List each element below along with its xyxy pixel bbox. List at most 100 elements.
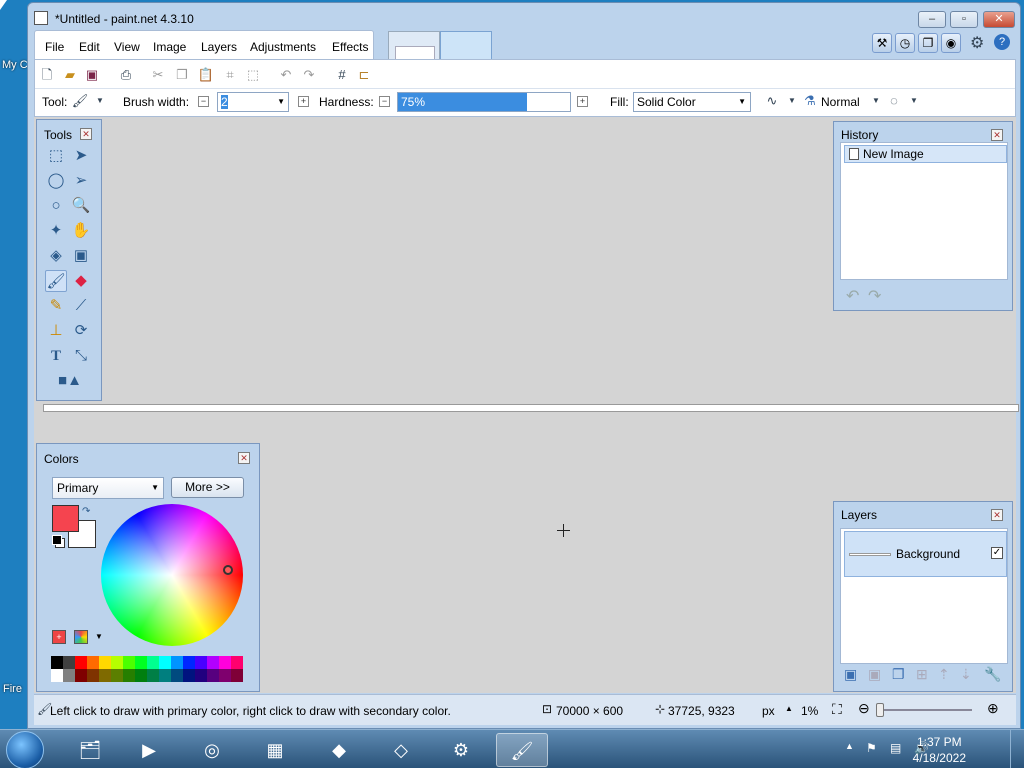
blend-mode-value[interactable]: Normal: [821, 95, 860, 109]
palette-swatch[interactable]: [207, 669, 219, 682]
palette-swatch[interactable]: [99, 669, 111, 682]
color-wheel[interactable]: [101, 504, 243, 646]
pencil-icon[interactable]: ✎: [45, 295, 67, 317]
minecraft-icon[interactable]: ▦: [257, 733, 293, 767]
palette-swatch[interactable]: [111, 656, 123, 669]
chevron-down-icon[interactable]: ▼: [783, 92, 801, 110]
selection-mode-icon[interactable]: ◌: [885, 92, 903, 110]
brush-width-increase-button[interactable]: +: [298, 96, 309, 107]
zoom-to-window-icon[interactable]: ⛶: [832, 701, 842, 718]
paint-net-taskbar-icon[interactable]: 🖌: [496, 733, 548, 767]
menu-file[interactable]: File: [45, 40, 64, 54]
chrome-icon[interactable]: ◎: [194, 733, 230, 767]
history-toggle-icon[interactable]: ◷: [895, 33, 915, 53]
ruler-icon[interactable]: ⊏: [355, 66, 373, 84]
layer-row[interactable]: Background ✓: [844, 531, 1007, 577]
print-icon[interactable]: ⎙: [117, 66, 135, 84]
text-icon[interactable]: T: [45, 345, 67, 367]
clock[interactable]: 1:37 PM 4/18/2022: [913, 734, 966, 766]
palette-swatch[interactable]: [219, 669, 231, 682]
chevron-down-icon[interactable]: ▼: [905, 92, 923, 110]
show-desktop-button[interactable]: [1010, 730, 1024, 768]
palette-swatch[interactable]: [159, 669, 171, 682]
line-curve-icon[interactable]: ⤡: [70, 345, 92, 367]
more-colors-button[interactable]: More >>: [171, 477, 244, 498]
menu-view[interactable]: View: [114, 40, 140, 54]
palette-swatch[interactable]: [147, 656, 159, 669]
paintbrush-icon[interactable]: 🖌: [45, 270, 67, 292]
network-icon[interactable]: ▤: [890, 741, 901, 755]
palette-swatch[interactable]: [51, 656, 63, 669]
palette-swatch[interactable]: [111, 669, 123, 682]
menu-effects[interactable]: Effects: [332, 40, 368, 54]
settings-gear-icon[interactable]: ⚙: [970, 33, 984, 53]
roblox-studio-icon[interactable]: ◆: [321, 733, 357, 767]
menu-image[interactable]: Image: [153, 40, 186, 54]
palette-swatch[interactable]: [63, 669, 75, 682]
gradient-icon[interactable]: ▣: [70, 245, 92, 267]
steam-icon[interactable]: ⚙: [443, 733, 479, 767]
color-picker-icon[interactable]: ⟋: [70, 295, 92, 317]
clone-stamp-icon[interactable]: ⊥: [45, 320, 67, 342]
blend-mode-flask-icon[interactable]: ⚗: [801, 92, 819, 110]
paintbrush-tool-icon[interactable]: 🖌: [71, 92, 89, 110]
move-layer-up-icon[interactable]: ⇡: [938, 666, 950, 683]
paint-bucket-icon[interactable]: ◈: [45, 245, 67, 267]
copy-icon[interactable]: ❐: [173, 66, 191, 84]
desktop-icon-label-my-computer[interactable]: My C: [2, 59, 28, 71]
color-mode-dropdown[interactable]: Primary ▼: [52, 477, 164, 499]
palette-swatch[interactable]: [147, 669, 159, 682]
layers-toggle-icon[interactable]: ❐: [918, 33, 938, 53]
menu-layers[interactable]: Layers: [201, 40, 237, 54]
palette-menu-icon[interactable]: [74, 630, 88, 644]
duplicate-layer-icon[interactable]: ❐: [892, 666, 905, 683]
palette-swatch[interactable]: [123, 656, 135, 669]
paste-icon[interactable]: 📋: [197, 66, 215, 84]
menu-edit[interactable]: Edit: [79, 40, 100, 54]
media-player-icon[interactable]: ▶: [131, 733, 167, 767]
brush-width-decrease-button[interactable]: −: [198, 96, 209, 107]
palette-swatch[interactable]: [99, 656, 111, 669]
eraser-icon[interactable]: ◆: [70, 270, 92, 292]
hardness-decrease-button[interactable]: −: [379, 96, 390, 107]
history-redo-icon[interactable]: ↷: [868, 286, 881, 306]
new-file-icon[interactable]: 🗋: [38, 66, 56, 84]
tools-panel-close-icon[interactable]: ✕: [80, 128, 92, 140]
image-canvas[interactable]: [43, 404, 1019, 412]
chevron-down-icon[interactable]: ▼: [277, 93, 285, 111]
add-to-palette-icon[interactable]: +: [52, 630, 66, 644]
grid-icon[interactable]: #: [333, 66, 351, 84]
palette-swatch[interactable]: [63, 656, 75, 669]
recolor-icon[interactable]: ⟳: [70, 320, 92, 342]
redo-icon[interactable]: ↷: [300, 66, 318, 84]
start-button[interactable]: [6, 731, 44, 768]
open-file-icon[interactable]: ▰: [61, 66, 79, 84]
menu-adjustments[interactable]: Adjustments: [250, 40, 316, 54]
antialiasing-icon[interactable]: ∿: [763, 92, 781, 110]
palette-swatch[interactable]: [75, 656, 87, 669]
zoom-level[interactable]: 1%: [801, 704, 818, 718]
desktop-icon-label-firefox[interactable]: Fire: [3, 683, 22, 695]
palette-swatch[interactable]: [159, 656, 171, 669]
layer-properties-icon[interactable]: 🔧: [984, 666, 1001, 683]
crop-icon[interactable]: ⌗: [221, 66, 239, 84]
palette-swatch[interactable]: [123, 669, 135, 682]
tools-toggle-icon[interactable]: ⚒: [872, 33, 892, 53]
history-panel-close-icon[interactable]: ✕: [991, 129, 1003, 141]
brush-width-field[interactable]: 2 ▼: [217, 92, 289, 112]
palette-swatch[interactable]: [183, 669, 195, 682]
add-layer-icon[interactable]: ▣: [844, 666, 857, 683]
delete-layer-icon[interactable]: ▣: [868, 666, 881, 683]
lasso-select-icon[interactable]: ◯: [45, 170, 67, 192]
shapes-icon[interactable]: ■▲: [54, 370, 86, 392]
palette-swatch[interactable]: [171, 656, 183, 669]
help-icon[interactable]: ?: [994, 34, 1010, 50]
palette-swatch[interactable]: [183, 656, 195, 669]
swap-colors-icon[interactable]: ↷: [82, 506, 90, 517]
zoom-out-icon[interactable]: ⊖: [858, 700, 870, 717]
palette-swatch[interactable]: [51, 669, 63, 682]
move-layer-down-icon[interactable]: ⇣: [960, 666, 972, 683]
merge-layer-icon[interactable]: ⊞: [916, 666, 928, 683]
hardness-increase-button[interactable]: +: [577, 96, 588, 107]
ellipse-select-icon[interactable]: ○: [45, 195, 67, 217]
